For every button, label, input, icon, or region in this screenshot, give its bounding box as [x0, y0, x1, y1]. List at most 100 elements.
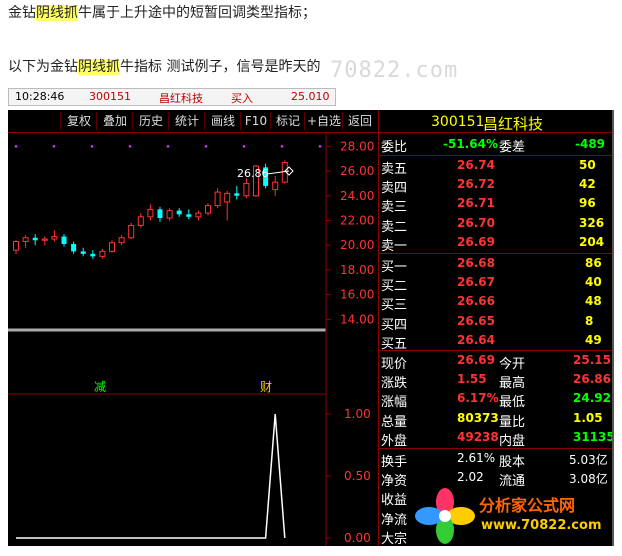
stat-value: 6.17%	[457, 391, 499, 406]
ask-price: 26.71	[457, 196, 495, 211]
candle-body-up	[147, 208, 154, 218]
stat-value: 31135	[573, 429, 614, 444]
stat-value: 26.69	[457, 353, 495, 367]
price-axis: 28.00 26.00 24.00 22.00 20.00 18.00 16.00 14.00	[14, 139, 374, 326]
watermark-text: 70822.com	[330, 58, 459, 83]
bid-label: 买五	[381, 336, 408, 352]
candle-body-up	[128, 224, 135, 239]
article-line-2-pre: 以下为金钻	[8, 59, 78, 75]
bid-volume: 86	[585, 256, 602, 270]
candle-body-up	[51, 236, 58, 240]
top-marker-dot	[128, 145, 132, 148]
stat-label: 换手	[381, 455, 408, 470]
candle-body-down	[80, 251, 86, 254]
trading-window: 复权 叠加 历史 统计 画线 F10 标记 +自选 返回 28.00 26.00 2…	[8, 110, 614, 546]
top-marker-dot	[318, 145, 322, 148]
price-tick-label: 18.00	[340, 263, 374, 277]
candle-body-up	[166, 210, 173, 219]
order-action: 买入	[231, 92, 253, 105]
signal-label-left: 减	[94, 380, 106, 394]
candle-body-up	[243, 182, 250, 197]
candle-body-up	[41, 238, 48, 241]
wei-bi-value: -51.64%	[443, 137, 498, 151]
stat-label: 大宗	[381, 531, 408, 546]
price-tick-label: 22.00	[340, 213, 374, 227]
candle-body-up	[272, 181, 279, 191]
price-tick-label: 14.00	[340, 312, 374, 326]
stat-label: 内盘	[499, 433, 526, 449]
bid-volume: 8	[585, 313, 594, 328]
candle-body-up	[118, 237, 125, 244]
stat-value: 49238	[457, 429, 499, 444]
indicator-tick-label: 0.50	[344, 469, 371, 483]
stat-value: 1.05	[573, 410, 603, 425]
top-marker-dot	[280, 145, 284, 148]
bid-price: 26.66	[457, 294, 495, 309]
order-time: 10:28:46	[15, 90, 65, 103]
stat-value: 2.02	[457, 470, 484, 485]
bid-price: 26.68	[457, 256, 495, 270]
top-marker-dot	[242, 145, 246, 148]
order-code: 300151	[89, 90, 131, 103]
candle-body-down	[32, 237, 38, 241]
indicator-line	[16, 413, 286, 539]
site-logo: 分析家公式网 www.70822.com	[413, 486, 611, 546]
bid-volume: 40	[585, 275, 602, 290]
kline-chart[interactable]: 28.00 26.00 24.00 22.00 20.00 18.00 16.00 14.00…	[8, 110, 378, 546]
top-marker-dot	[204, 145, 208, 148]
stat-value: 24.92	[573, 391, 611, 406]
stat-label: 净资	[381, 474, 408, 490]
ask-label: 卖五	[381, 162, 408, 177]
signal-label-right: 财	[260, 380, 272, 394]
stat-label: 收益	[381, 493, 408, 509]
indicator-tick-label: 1.00	[344, 407, 371, 421]
stat-label: 外盘	[381, 433, 408, 449]
price-tick-label: 26.00	[340, 164, 374, 178]
ask-price: 26.72	[457, 177, 495, 192]
candle-body-down	[61, 236, 67, 244]
candle-body-up	[13, 241, 19, 251]
stat-value: 1.55	[457, 372, 487, 387]
candle-body-down	[157, 209, 163, 219]
stat-label: 股本	[499, 455, 526, 470]
stat-label: 涨跌	[381, 376, 408, 392]
article-line-1-pre: 金钻	[8, 5, 36, 21]
stat-label: 净流	[381, 512, 408, 528]
ask-volume: 50	[579, 158, 596, 172]
candle-body-up	[99, 250, 106, 257]
candle-body-down	[234, 193, 240, 196]
ask-label: 卖二	[381, 219, 408, 235]
stat-label: 最低	[499, 395, 526, 411]
price-tick-label: 16.00	[340, 288, 374, 302]
candle-body-down	[71, 243, 77, 252]
stat-value: 2.61%	[457, 451, 496, 465]
panel-sep-stats2	[379, 448, 612, 449]
stat-label: 今开	[499, 357, 526, 372]
candle-body-down	[176, 210, 182, 215]
article-line-1-highlight: 阴线抓	[36, 5, 78, 21]
top-marker-dot	[52, 145, 56, 148]
bid-volume: 48	[585, 294, 602, 309]
panel-sep-top	[379, 132, 612, 133]
pinwheel-logo-icon	[415, 488, 475, 544]
top-marker-dot	[166, 145, 170, 148]
article-line-2-highlight: 阴线抓	[78, 59, 120, 75]
wei-bi-label: 委比	[381, 140, 408, 155]
ask-volume: 204	[579, 234, 605, 249]
price-tick-label: 24.00	[340, 189, 374, 203]
candle-body-up	[214, 191, 221, 207]
bid-volume: 49	[585, 332, 602, 347]
wei-cha-label: 委差	[499, 140, 526, 155]
stat-label: 现价	[381, 357, 408, 372]
quote-code: 300151	[431, 114, 485, 130]
bid-price: 26.65	[457, 313, 495, 328]
candle-body-up	[109, 242, 115, 252]
candle-body-up	[22, 237, 29, 243]
order-price: 25.010	[291, 90, 330, 103]
indicator-axis: 1.00 0.50 0.00	[326, 407, 371, 545]
bid-price: 26.64	[457, 332, 495, 347]
stat-label: 总量	[381, 414, 408, 430]
order-strip: 10:28:46 300151 昌红科技 买入 25.010	[8, 88, 336, 106]
candle-body-up	[137, 216, 144, 226]
ask-label: 卖一	[381, 238, 408, 254]
